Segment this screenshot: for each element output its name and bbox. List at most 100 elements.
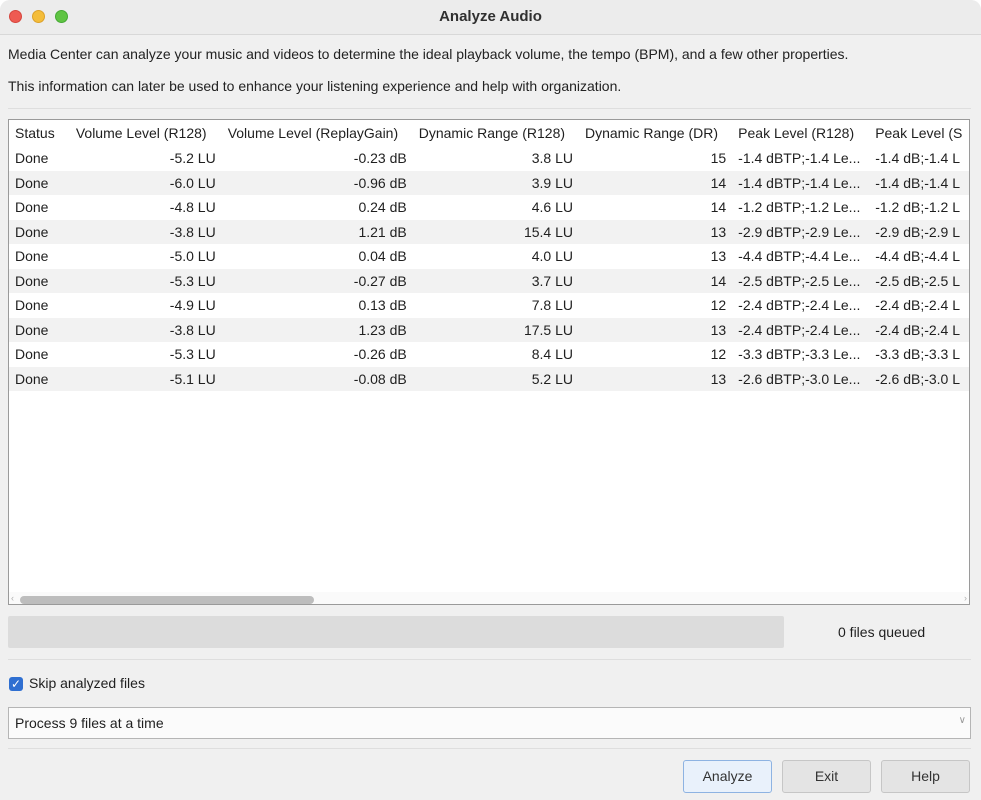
table-cell: -1.2 dB;-1.2 L — [875, 199, 961, 216]
table-cell: -4.4 dBTP;-4.4 Le... — [738, 248, 861, 265]
analyze-audio-window: Analyze Audio Media Center can analyze y… — [0, 0, 981, 800]
files-at-a-time-select[interactable]: Process 9 files at a time ∨ — [8, 707, 971, 739]
table-cell: 17.5 LU — [412, 317, 579, 342]
divider — [8, 108, 971, 109]
table-cell: 14 — [578, 268, 733, 293]
horizontal-scrollbar[interactable]: ‹ › — [9, 592, 969, 604]
table-cell: Done — [9, 317, 70, 342]
table-cell: -3.8 LU — [69, 317, 222, 342]
table-cell: 3.7 LU — [412, 268, 579, 293]
horizontal-scroll-thumb[interactable] — [20, 596, 314, 604]
column-header-volume-r128[interactable]: Volume Level (R128) — [70, 120, 222, 146]
table-cell: -5.2 LU — [169, 150, 216, 167]
column-header-dynamic-range-r128[interactable]: Dynamic Range (R128) — [413, 120, 579, 146]
table-cell: -2.6 dB;-3.0 L — [869, 366, 969, 391]
chevron-down-icon[interactable]: ∨ — [959, 715, 966, 726]
table-cell: -1.2 dBTP;-1.2 Le... — [738, 199, 861, 216]
table-row[interactable]: Done -3.8 LU 1.23 dB 17.5 LU 13 -2.4 dBTP;-2.… — [9, 317, 969, 342]
table-cell: -2.6 dBTP;-3.0 Le... — [732, 366, 870, 391]
table-row[interactable]: Done -5.1 LU -0.08 dB 5.2 LU 13 -2.6 dBTP;-3.… — [9, 366, 969, 391]
table-row[interactable]: Done -6.0 LU -0.96 dB 3.9 LU 14 -1.4 dBTP;-1.… — [9, 170, 969, 195]
table-cell: 4.0 LU — [531, 248, 573, 265]
table-cell: 5.2 LU — [412, 366, 579, 391]
table-cell: Done — [15, 297, 49, 314]
table-cell: 7.8 LU — [531, 297, 573, 314]
table-cell: 15 — [710, 150, 727, 167]
table-cell: -0.23 dB — [353, 150, 407, 167]
table-cell: 14 — [578, 170, 733, 195]
column-header-dynamic-range-dr[interactable]: Dynamic Range (DR) — [579, 120, 732, 146]
table-cell: 8.4 LU — [531, 346, 573, 363]
column-header-status[interactable]: Status — [9, 120, 70, 146]
table-row[interactable]: Done -3.8 LU 1.21 dB 15.4 LU 13 -2.9 dBTP;-2.… — [9, 219, 969, 244]
table-cell: -5.0 LU — [169, 248, 216, 265]
table-cell: -2.4 dB;-2.4 L — [875, 297, 961, 314]
table-cell: 12 — [710, 346, 727, 363]
column-header-peak-s[interactable]: Peak Level (S — [869, 120, 969, 146]
analysis-progress-bar — [8, 616, 784, 648]
table-cell: Done — [9, 366, 70, 391]
table-cell: -2.4 dBTP;-2.4 Le... — [738, 297, 861, 314]
column-header-volume-replaygain[interactable]: Volume Level (ReplayGain) — [222, 120, 413, 146]
scroll-left-icon[interactable]: ‹ — [11, 592, 14, 604]
table-cell: -2.5 dBTP;-2.5 Le... — [732, 268, 870, 293]
table-cell: 0.24 dB — [358, 199, 407, 216]
files-queued-label: 0 files queued — [838, 624, 926, 640]
title-bar: Analyze Audio — [0, 0, 981, 35]
table-cell: -2.9 dB;-2.9 L — [869, 219, 969, 244]
table-cell: 1.21 dB — [221, 219, 413, 244]
table-cell: 0.13 dB — [358, 297, 407, 314]
table-cell: 13 — [710, 248, 727, 265]
table-cell: 13 — [578, 317, 733, 342]
table-cell: 1.23 dB — [221, 317, 413, 342]
table-row[interactable]: Done -4.8 LU 0.24 dB 4.6 LU 14 -1.2 dBTP;-1.2… — [9, 195, 969, 220]
table-cell: -5.1 LU — [69, 366, 222, 391]
divider — [8, 748, 971, 749]
description-line-2: This information can later be used to en… — [8, 78, 622, 94]
table-cell: -3.3 dBTP;-3.3 Le... — [738, 346, 861, 363]
analyze-button[interactable]: Analyze — [683, 760, 772, 793]
divider — [8, 659, 971, 660]
table-cell: Done — [15, 346, 49, 363]
table-cell: Done — [9, 219, 70, 244]
table-row[interactable]: Done -5.3 LU -0.27 dB 3.7 LU 14 -2.5 dBTP;-2.… — [9, 268, 969, 293]
table-cell: -1.4 dB;-1.4 L — [875, 150, 961, 167]
table-cell: 13 — [578, 219, 733, 244]
table-cell: -4.4 dB;-4.4 L — [875, 248, 961, 265]
window-title: Analyze Audio — [439, 8, 542, 25]
table-cell: 14 — [710, 199, 727, 216]
skip-analyzed-checkbox[interactable]: ✓ — [9, 677, 23, 691]
table-row[interactable]: Done -4.9 LU 0.13 dB 7.8 LU 12 -2.4 dBTP;-2.4… — [9, 293, 969, 318]
exit-button[interactable]: Exit — [782, 760, 871, 793]
table-cell: 13 — [578, 366, 733, 391]
table-cell: -0.08 dB — [221, 366, 413, 391]
description-line-1: Media Center can analyze your music and … — [8, 46, 849, 62]
table-cell: -5.3 LU — [69, 268, 222, 293]
table-cell: Done — [15, 248, 49, 265]
table-cell: 3.8 LU — [531, 150, 573, 167]
table-cell: -3.8 LU — [69, 219, 222, 244]
table-cell: -3.3 dB;-3.3 L — [875, 346, 961, 363]
table-cell: 0.04 dB — [358, 248, 407, 265]
table-cell: -0.96 dB — [221, 170, 413, 195]
table-row[interactable]: Done -5.0 LU 0.04 dB 4.0 LU 13 -4.4 dBTP;-4.4… — [9, 244, 969, 269]
table-cell: -4.9 LU — [169, 297, 216, 314]
table-header-row: Status Volume Level (R128) Volume Level … — [9, 120, 969, 146]
table-cell: 4.6 LU — [531, 199, 573, 216]
table-cell: 12 — [710, 297, 727, 314]
table-row[interactable]: Done -5.3 LU -0.26 dB 8.4 LU 12 -3.3 dBTP;-3.… — [9, 342, 969, 367]
skip-analyzed-label[interactable]: Skip analyzed files — [29, 675, 145, 691]
table-cell: Done — [9, 268, 70, 293]
help-button[interactable]: Help — [881, 760, 970, 793]
results-table[interactable]: Status Volume Level (R128) Volume Level … — [8, 119, 970, 605]
scroll-right-icon[interactable]: › — [964, 592, 967, 604]
table-cell: Done — [15, 199, 49, 216]
table-row[interactable]: Done -5.2 LU -0.23 dB 3.8 LU 15 -1.4 dBTP;-1.… — [9, 146, 969, 171]
table-cell: -6.0 LU — [69, 170, 222, 195]
table-cell: -2.5 dB;-2.5 L — [869, 268, 969, 293]
table-cell: -1.4 dBTP;-1.4 Le... — [738, 150, 861, 167]
table-cell: Done — [15, 150, 49, 167]
column-header-peak-r128[interactable]: Peak Level (R128) — [732, 120, 869, 146]
files-at-a-time-value: Process 9 files at a time — [15, 715, 164, 731]
table-cell: -5.3 LU — [169, 346, 216, 363]
